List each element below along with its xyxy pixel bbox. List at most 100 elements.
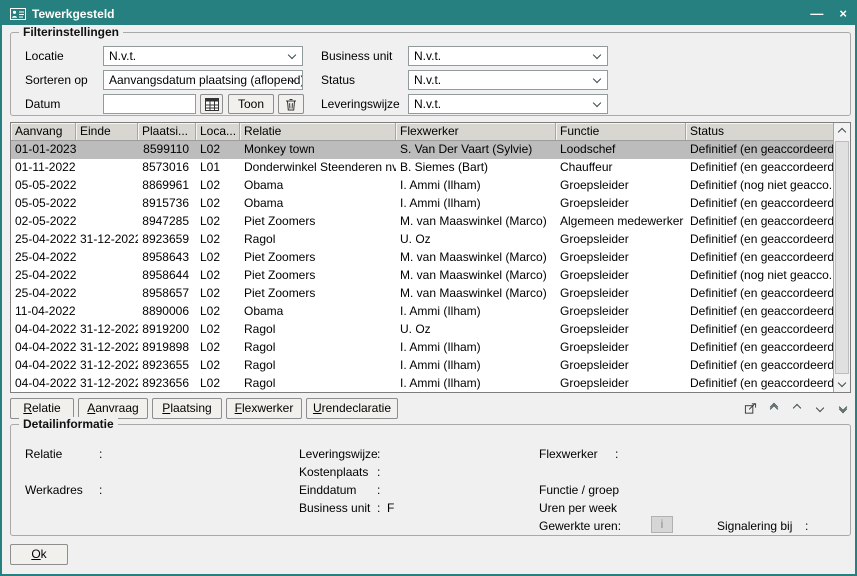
table-row[interactable]: 05-05-2022 8869961 L02 Obama I. Ammi (Il… xyxy=(11,177,833,195)
datum-input[interactable] xyxy=(103,94,196,114)
cell-functie: Groepsleider xyxy=(556,321,686,339)
cell-flexwerker: U. Oz xyxy=(396,321,556,339)
delete-filter-button[interactable] xyxy=(278,94,304,114)
detail-business-unit-label: Business unit xyxy=(299,501,370,515)
cell-relatie: Ragol xyxy=(240,321,396,339)
cell-aanvang: 01-11-2022 xyxy=(11,159,76,177)
col-status[interactable]: Status xyxy=(686,123,833,140)
table-row[interactable]: 05-05-2022 8915736 L02 Obama I. Ammi (Il… xyxy=(11,195,833,213)
cell-relatie: Obama xyxy=(240,303,396,321)
table-row[interactable]: 11-04-2022 8890006 L02 Obama I. Ammi (Il… xyxy=(11,303,833,321)
detail-flexwerker-label: Flexwerker xyxy=(539,447,598,461)
filter-panel: Filterinstellingen Locatie N.v.t. Busine… xyxy=(10,32,851,116)
cell-functie: Groepsleider xyxy=(556,195,686,213)
detail-flexwerker-colon: : xyxy=(615,447,618,461)
col-einde[interactable]: Einde xyxy=(76,123,138,140)
table-row[interactable]: 25-04-2022 8958644 L02 Piet Zoomers M. v… xyxy=(11,267,833,285)
cell-plaatsing: 8923659 xyxy=(138,231,196,249)
filter-legend: Filterinstellingen xyxy=(19,25,123,39)
title-bar[interactable]: Tewerkgesteld — × xyxy=(2,2,855,25)
table-row[interactable]: 04-04-2022 31-12-2022 8919898 L02 Ragol … xyxy=(11,339,833,357)
tab-relatie[interactable]: Relatie xyxy=(10,398,74,419)
minimize-button[interactable]: — xyxy=(810,7,823,20)
cell-einde xyxy=(76,177,138,195)
info-button[interactable]: i xyxy=(651,516,673,533)
cell-functie: Groepsleider xyxy=(556,267,686,285)
cell-relatie: Piet Zoomers xyxy=(240,267,396,285)
cell-locatie: L02 xyxy=(196,375,240,392)
scroll-up-icon[interactable] xyxy=(834,124,850,140)
cell-einde xyxy=(76,249,138,267)
placements-table: Aanvang Einde Plaatsi... Loca... Relatie… xyxy=(10,122,851,393)
vertical-scrollbar[interactable] xyxy=(833,123,850,392)
table-row[interactable]: 25-04-2022 31-12-2022 8923659 L02 Ragol … xyxy=(11,231,833,249)
status-select-value: N.v.t. xyxy=(414,73,441,87)
detail-tabs: Relatie Aanvraag Plaatsing Flexwerker Ur… xyxy=(10,398,851,420)
status-select[interactable]: N.v.t. xyxy=(408,70,608,90)
col-functie[interactable]: Functie xyxy=(556,123,686,140)
chevron-down-icon xyxy=(593,75,601,83)
table-row[interactable]: 01-01-2023 8599110 L02 Monkey town S. Va… xyxy=(11,141,833,159)
cell-flexwerker: M. van Maaswinkel (Marco) xyxy=(396,267,556,285)
locatie-select[interactable]: N.v.t. xyxy=(103,46,303,66)
close-button[interactable]: × xyxy=(839,7,847,20)
cell-status: Definitief (en geaccordeerd) xyxy=(686,285,833,303)
col-flexwerker[interactable]: Flexwerker xyxy=(396,123,556,140)
cell-flexwerker: I. Ammi (Ilham) xyxy=(396,375,556,392)
cell-locatie: L02 xyxy=(196,357,240,375)
col-locatie[interactable]: Loca... xyxy=(196,123,240,140)
cell-relatie: Monkey town xyxy=(240,141,396,159)
detail-panel: Detailinformatie Relatie : Werkadres : L… xyxy=(10,424,851,536)
cell-aanvang: 25-04-2022 xyxy=(11,249,76,267)
detail-einddatum-colon: : xyxy=(377,483,380,497)
tab-flexwerker[interactable]: Flexwerker xyxy=(226,398,302,419)
detach-icon[interactable] xyxy=(744,401,757,415)
cell-status: Definitief (en geaccordeerd) xyxy=(686,249,833,267)
table-row[interactable]: 25-04-2022 8958657 L02 Piet Zoomers M. v… xyxy=(11,285,833,303)
window-icon xyxy=(10,8,26,20)
cell-functie: Chauffeur xyxy=(556,159,686,177)
toon-button[interactable]: Toon xyxy=(228,94,274,114)
cell-plaatsing: 8958643 xyxy=(138,249,196,267)
scroll-down-icon[interactable] xyxy=(834,375,850,391)
ok-button[interactable]: Ok xyxy=(10,544,68,565)
col-aanvang[interactable]: Aanvang xyxy=(11,123,76,140)
table-row[interactable]: 01-11-2022 8573016 L01 Donderwinkel Stee… xyxy=(11,159,833,177)
first-record-icon[interactable] xyxy=(767,401,780,415)
table-row[interactable]: 02-05-2022 8947285 L02 Piet Zoomers M. v… xyxy=(11,213,833,231)
leveringswijze-select[interactable]: N.v.t. xyxy=(408,94,608,114)
detail-werkadres-label: Werkadres xyxy=(25,483,83,497)
cell-functie: Groepsleider xyxy=(556,339,686,357)
detail-gewerkte-uren-label: Gewerkte uren: xyxy=(539,519,621,533)
next-record-icon[interactable] xyxy=(813,401,826,415)
previous-record-icon[interactable] xyxy=(790,401,803,415)
business-unit-select[interactable]: N.v.t. xyxy=(408,46,608,66)
col-relatie[interactable]: Relatie xyxy=(240,123,396,140)
table-row[interactable]: 04-04-2022 31-12-2022 8919200 L02 Ragol … xyxy=(11,321,833,339)
cell-locatie: L02 xyxy=(196,285,240,303)
cell-locatie: L02 xyxy=(196,231,240,249)
window-title: Tewerkgesteld xyxy=(32,7,114,21)
table-row[interactable]: 25-04-2022 8958643 L02 Piet Zoomers M. v… xyxy=(11,249,833,267)
table-row[interactable]: 04-04-2022 31-12-2022 8923656 L02 Ragol … xyxy=(11,375,833,392)
cell-aanvang: 04-04-2022 xyxy=(11,357,76,375)
cell-plaatsing: 8947285 xyxy=(138,213,196,231)
cell-functie: Groepsleider xyxy=(556,231,686,249)
cell-locatie: L02 xyxy=(196,141,240,159)
tab-urendeclaratie[interactable]: Urendeclaratie xyxy=(306,398,398,419)
tab-plaatsing[interactable]: Plaatsing xyxy=(152,398,222,419)
trash-icon xyxy=(285,98,297,111)
last-record-icon[interactable] xyxy=(836,401,849,415)
calendar-icon xyxy=(205,98,219,111)
scroll-thumb[interactable] xyxy=(835,141,849,374)
table-row[interactable]: 04-04-2022 31-12-2022 8923655 L02 Ragol … xyxy=(11,357,833,375)
sorteren-op-select[interactable]: Aanvangsdatum plaatsing (aflopend) xyxy=(103,70,303,90)
tab-aanvraag[interactable]: Aanvraag xyxy=(78,398,148,419)
calendar-button[interactable] xyxy=(200,94,223,114)
cell-status: Definitief (en geaccordeerd) xyxy=(686,195,833,213)
col-plaatsing[interactable]: Plaatsi... xyxy=(138,123,196,140)
chevron-down-icon xyxy=(593,99,601,107)
cell-einde: 31-12-2022 xyxy=(76,357,138,375)
cell-flexwerker: U. Oz xyxy=(396,231,556,249)
cell-functie: Loodschef xyxy=(556,141,686,159)
